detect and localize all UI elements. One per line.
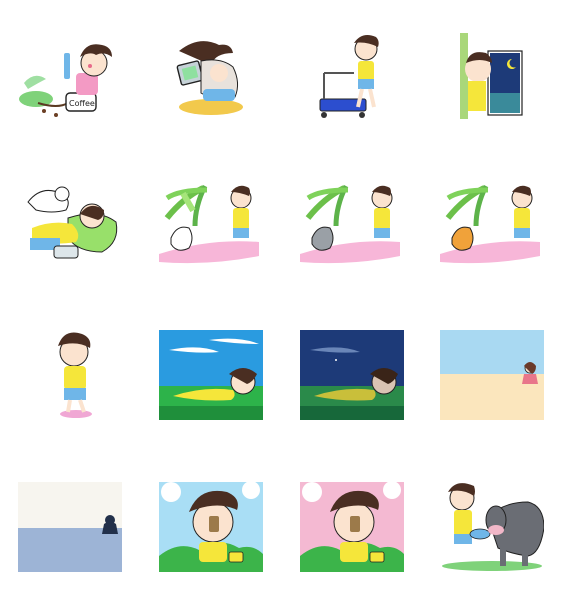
girl-on-beach-icon (440, 330, 544, 420)
sticker-9[interactable] (18, 330, 122, 420)
boy-thinking-blue-sky-icon (159, 482, 263, 572)
boy-lying-grass-night-icon (300, 330, 404, 420)
boy-hugging-laptop-icon (176, 41, 243, 115)
sticker-12[interactable] (440, 330, 544, 420)
sticker-16[interactable] (440, 482, 544, 572)
sticker-2[interactable] (159, 33, 263, 123)
boy-thinking-pink-sky-icon (300, 482, 404, 572)
sticker-1[interactable]: Coffee (18, 33, 122, 123)
sticker-14[interactable] (159, 482, 263, 572)
boy-standing-icon (58, 332, 92, 418)
sticker-3[interactable] (300, 33, 404, 123)
boy-teasing-orange-cat-icon (440, 184, 540, 264)
ninja-on-water-icon (18, 482, 122, 572)
sticker-15[interactable] (300, 482, 404, 572)
sticker-6[interactable] (159, 178, 263, 268)
sticker-4[interactable] (440, 33, 544, 123)
mug-label: Coffee (69, 99, 95, 108)
sticker-7[interactable] (300, 178, 404, 268)
boy-lying-grass-day-icon (159, 330, 263, 420)
sticker-11[interactable] (300, 330, 404, 420)
boy-teasing-white-cat-icon (159, 184, 259, 264)
sticker-8[interactable] (440, 178, 544, 268)
sticker-13[interactable] (18, 482, 122, 572)
sticker-10[interactable] (159, 330, 263, 420)
boy-peeking-window-night-icon (460, 33, 523, 119)
sticker-grid: Coffee (0, 0, 562, 600)
boy-sleeping-with-cat-icon (27, 186, 118, 259)
boy-teasing-gray-cat-icon (300, 184, 400, 264)
boy-drinking-coffee-icon: Coffee (19, 44, 112, 117)
boy-pushing-cart-icon (319, 35, 379, 118)
sticker-5[interactable] (18, 178, 122, 268)
boy-with-cow-icon (442, 483, 544, 571)
